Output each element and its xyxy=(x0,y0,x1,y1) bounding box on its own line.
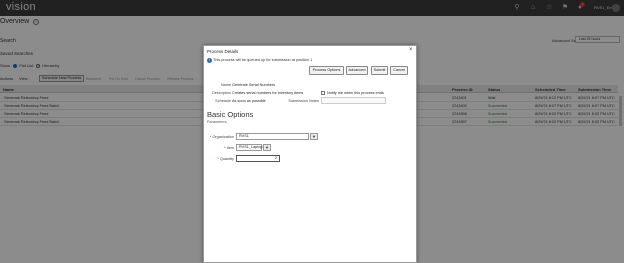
info-icon: i xyxy=(207,58,212,63)
submission-notes-field[interactable] xyxy=(321,97,386,104)
name-value: Generate Serial Numbers xyxy=(232,83,276,87)
cancel-button[interactable]: Cancel xyxy=(390,66,408,75)
submit-button[interactable]: Submit xyxy=(371,66,388,75)
quantity-label: * Quantity xyxy=(217,157,234,161)
process-options-button[interactable]: Process Options xyxy=(309,66,344,75)
organization-label: * Organization xyxy=(209,135,234,139)
queue-info-message: i This process will be queued up for subm… xyxy=(207,58,312,63)
queue-info-text: This process will be queued up for submi… xyxy=(213,58,313,62)
description-label: Description xyxy=(212,91,231,95)
item-dropdown-icon[interactable]: ▼ xyxy=(263,144,271,151)
close-icon[interactable]: × xyxy=(409,47,413,53)
dialog-title: Process Details xyxy=(207,49,239,54)
submission-notes-label: Submission Notes xyxy=(288,99,319,103)
schedule-value: As soon as possible xyxy=(232,99,266,103)
notify-checkbox[interactable] xyxy=(321,91,325,95)
organization-dropdown-icon[interactable]: ▼ xyxy=(310,133,318,140)
organization-field[interactable]: RVS1 xyxy=(236,133,309,140)
section-title: Basic Options xyxy=(207,110,254,119)
item-label: * Item xyxy=(224,146,234,150)
name-label: Name xyxy=(220,83,231,87)
section-subtitle: Parameters xyxy=(207,120,227,124)
schedule-label: Schedule xyxy=(215,99,231,103)
process-details-dialog: Process Details × i This process will be … xyxy=(203,45,417,263)
notify-label: Notify me when this process ends xyxy=(327,91,384,95)
advanced-button[interactable]: Advanced xyxy=(346,66,368,75)
quantity-input[interactable]: 2 xyxy=(236,155,280,162)
description-value: Creates serial numbers for inventory ite… xyxy=(232,91,304,95)
item-field[interactable]: RVS1_Laptop1 xyxy=(236,144,265,151)
